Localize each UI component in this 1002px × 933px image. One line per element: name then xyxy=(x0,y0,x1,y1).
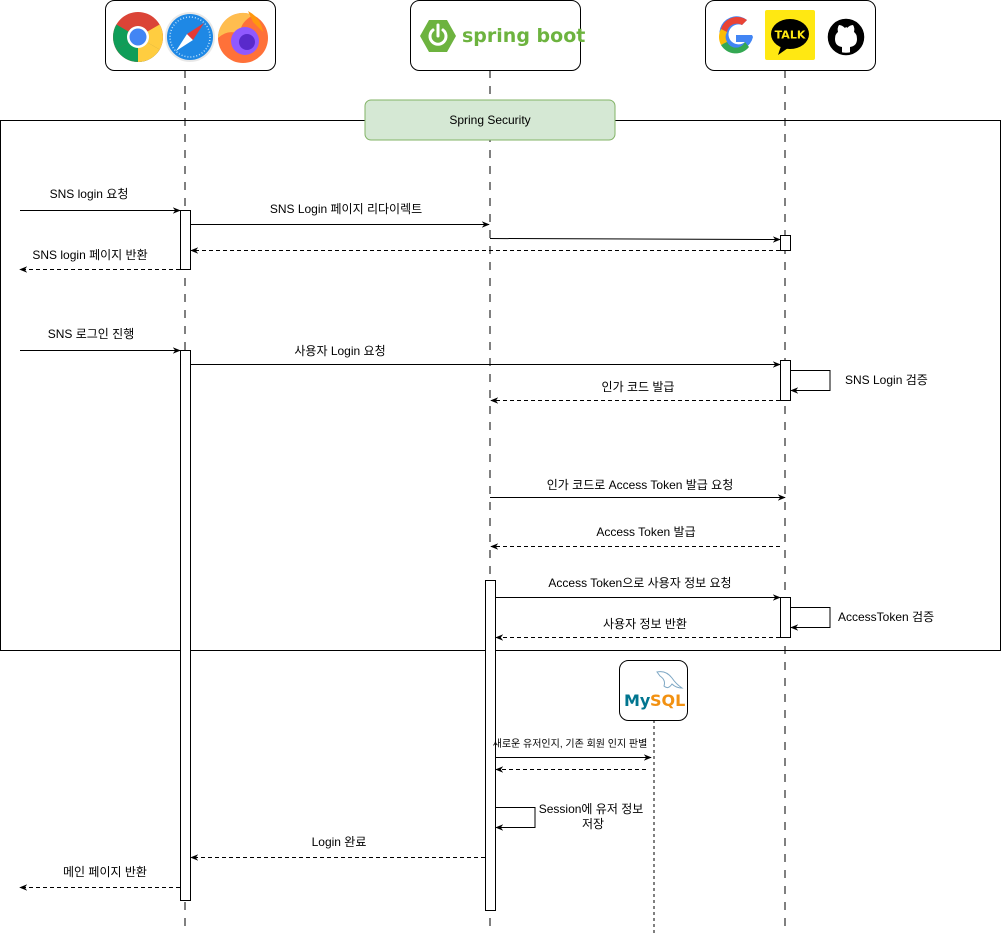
chrome-icon xyxy=(113,12,163,62)
svg-text:새로운 유저인지, 기존 회원 인지 판별: 새로운 유저인지, 기존 회원 인지 판별 xyxy=(493,738,648,750)
message-access-token-issue: Access Token 발급 xyxy=(490,525,780,550)
message-user-login-request: 사용자 Login 요청 xyxy=(190,344,781,368)
svg-text:Access Token 발급: Access Token 발급 xyxy=(596,525,695,539)
participant-client[interactable] xyxy=(105,0,276,71)
svg-text:메인 페이지 반환: 메인 페이지 반환 xyxy=(63,865,147,879)
message-sns-login-request: SNS login 요청 xyxy=(20,187,181,214)
svg-text:SNS Login 검증: SNS Login 검증 xyxy=(845,373,928,387)
svg-text:SNS login 요청: SNS login 요청 xyxy=(50,187,129,201)
participant-db[interactable]: My SQL xyxy=(619,660,688,721)
message-main-page-return: 메인 페이지 반환 xyxy=(19,865,180,891)
sequence-diagram: Spring Security spring boot TALK My SQL … xyxy=(0,0,1001,933)
message-user-check: 새로운 유저인지, 기존 회원 인지 판별 xyxy=(493,738,652,761)
spring-boot-logo-text: spring boot xyxy=(462,25,585,47)
activation-client-2 xyxy=(180,350,191,901)
activation-provider-1 xyxy=(780,235,791,251)
activation-provider-3 xyxy=(780,597,791,638)
message-sns-login-progress: SNS 로그인 진행 xyxy=(20,326,181,354)
message-auth-code-issue: 인가 코드 발급 xyxy=(490,380,780,404)
message-access-token-request: 인가 코드로 Access Token 발급 요청 xyxy=(490,478,786,501)
mysql-text-sql: SQL xyxy=(650,691,685,710)
svg-text:SNS 로그인 진행: SNS 로그인 진행 xyxy=(48,326,135,341)
svg-text:Session에 유저 정보: Session에 유저 정보 xyxy=(539,802,644,816)
participant-server[interactable]: spring boot xyxy=(410,0,586,71)
participant-provider[interactable]: TALK xyxy=(705,0,876,71)
message-access-token-verify: AccessToken 검증 xyxy=(790,607,934,631)
activation-client-1 xyxy=(180,210,191,270)
svg-text:SNS login 페이지 반환: SNS login 페이지 반환 xyxy=(32,248,147,262)
svg-text:SNS Login 페이지 리다이렉트: SNS Login 페이지 리다이렉트 xyxy=(270,202,422,216)
message-sns-login-redirect: SNS Login 페이지 리다이렉트 xyxy=(190,202,490,228)
message-user-info-return: 사용자 정보 반환 xyxy=(495,617,780,641)
message-user-info-request: Access Token으로 사용자 정보 요청 xyxy=(495,576,781,601)
message-sns-login-verify: SNS Login 검증 xyxy=(790,370,928,394)
kakaotalk-icon: TALK xyxy=(765,10,815,60)
svg-text:저장: 저장 xyxy=(582,817,604,831)
spring-security-label: Spring Security xyxy=(449,113,530,127)
svg-text:Access Token으로 사용자 정보 요청: Access Token으로 사용자 정보 요청 xyxy=(548,576,731,590)
message-login-complete: Login 완료 xyxy=(190,835,485,861)
svg-text:사용자 Login 요청: 사용자 Login 요청 xyxy=(294,344,385,358)
mysql-text-my: My xyxy=(624,691,651,710)
svg-text:인가 코드 발급: 인가 코드 발급 xyxy=(602,380,675,394)
activation-provider-2 xyxy=(780,360,791,401)
message-server-to-provider xyxy=(489,236,781,243)
github-icon xyxy=(827,18,865,56)
svg-text:인가 코드로 Access Token 발급 요청: 인가 코드로 Access Token 발급 요청 xyxy=(547,478,734,492)
svg-text:Login 완료: Login 완료 xyxy=(312,835,367,849)
message-sns-login-page-return: SNS login 페이지 반환 xyxy=(19,248,180,273)
svg-text:AccessToken 검증: AccessToken 검증 xyxy=(838,610,934,624)
message-session-save: Session에 유저 정보 저장 xyxy=(495,802,643,831)
safari-icon xyxy=(165,12,215,62)
svg-text:사용자 정보 반환: 사용자 정보 반환 xyxy=(603,617,687,631)
kakaotalk-label: TALK xyxy=(775,29,806,42)
